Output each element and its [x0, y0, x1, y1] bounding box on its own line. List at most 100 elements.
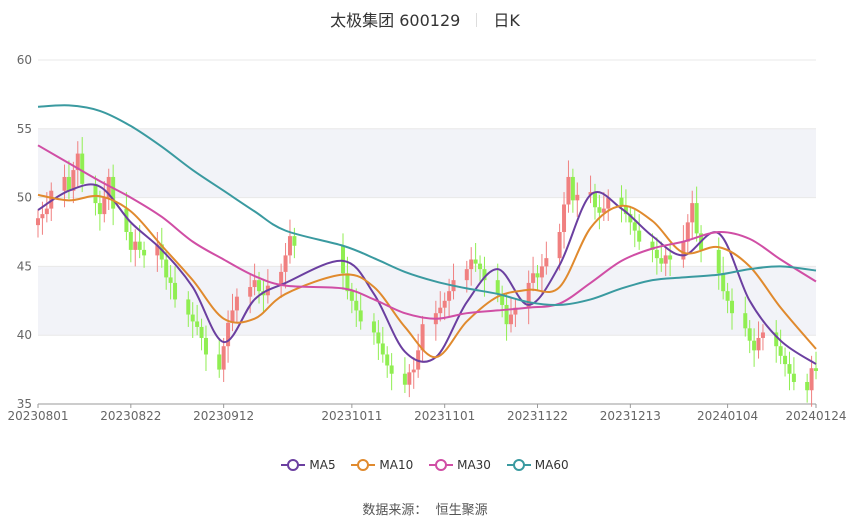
candle-body — [221, 346, 226, 370]
legend-item-ma30[interactable]: MA30 — [429, 458, 491, 472]
candle-body — [544, 258, 549, 267]
candle-body — [809, 368, 814, 391]
candle-body — [349, 291, 354, 301]
candle-body — [380, 343, 385, 355]
candle-body — [557, 232, 562, 259]
y-tick-label: 50 — [17, 191, 32, 205]
candle-body — [668, 255, 673, 260]
candle-body — [186, 299, 191, 315]
candle-body — [805, 381, 810, 391]
candle-body — [411, 369, 416, 373]
y-tick-label: 45 — [17, 259, 32, 273]
legend-item-ma5[interactable]: MA5 — [281, 458, 336, 472]
candle-body — [725, 291, 730, 301]
candle-body — [752, 340, 757, 351]
candle-body — [783, 355, 788, 365]
candle-body — [685, 222, 690, 242]
x-tick-label: 20231122 — [507, 409, 568, 423]
legend-label-ma30: MA30 — [457, 458, 491, 472]
candle-body — [234, 296, 239, 311]
legend-item-ma10[interactable]: MA10 — [351, 458, 413, 472]
candle-body — [814, 368, 818, 371]
candle-body — [637, 230, 642, 242]
candle-body — [93, 183, 98, 204]
candle-body — [743, 313, 748, 329]
x-tick-label: 20240104 — [697, 409, 758, 423]
candle-body — [287, 236, 292, 256]
legend-item-ma60[interactable]: MA60 — [506, 458, 569, 472]
candle-body — [203, 337, 208, 355]
candle-body — [747, 328, 752, 341]
legend-marker-ma60 — [506, 459, 531, 471]
candle-body — [376, 332, 381, 344]
legend-label-ma10: MA10 — [379, 458, 414, 472]
candle-body — [721, 273, 726, 292]
candle-body — [62, 176, 67, 191]
grid-band — [38, 128, 816, 198]
data-source: 数据来源： 恒生聚源 — [0, 499, 850, 518]
candle-body — [389, 365, 394, 374]
legend-label-ma5: MA5 — [309, 458, 336, 472]
candle-body — [654, 249, 659, 259]
candle-body — [385, 354, 390, 366]
candle-body — [690, 203, 695, 223]
candle-body — [539, 266, 544, 278]
candle-body — [597, 207, 602, 213]
x-tick-label: 20231213 — [600, 409, 661, 423]
candle-body — [80, 153, 85, 184]
candle-body — [128, 232, 133, 250]
candle-body — [447, 291, 452, 301]
candle-body — [142, 249, 147, 256]
candle-body — [469, 259, 474, 270]
candle-body — [283, 255, 288, 272]
candle-body — [504, 304, 509, 325]
candle-body — [36, 218, 40, 226]
candle-body — [133, 241, 138, 250]
candle-body — [358, 310, 363, 322]
candle-body — [102, 197, 107, 215]
candle-body — [495, 280, 500, 294]
candle-body — [97, 203, 102, 215]
candle-body — [438, 307, 443, 314]
y-tick-label: 60 — [17, 53, 32, 67]
candle-body — [659, 258, 664, 264]
candle-body — [248, 287, 253, 297]
candle-body — [44, 208, 49, 215]
candle-body — [407, 372, 412, 385]
candle-body — [195, 321, 200, 327]
candle-body — [566, 176, 571, 205]
legend-label-ma60: MA60 — [534, 458, 569, 472]
candle-body — [173, 282, 178, 300]
candle-body — [570, 176, 575, 201]
candle-body — [168, 277, 173, 283]
x-tick-label: 20230912 — [193, 409, 254, 423]
candle-body — [756, 337, 761, 351]
candle-body — [257, 280, 262, 292]
candle-body — [292, 236, 297, 246]
candle-body — [778, 346, 783, 356]
candle-body — [111, 176, 116, 209]
candle-body — [632, 222, 637, 231]
candle-body — [716, 249, 721, 274]
x-tick-label: 20230801 — [7, 409, 68, 423]
candle-body — [252, 280, 257, 288]
candle-body — [592, 192, 597, 208]
y-tick-label: 55 — [17, 122, 32, 136]
candle-body — [478, 263, 483, 270]
legend-marker-ma5 — [281, 459, 306, 471]
candle-body — [787, 364, 792, 374]
candle-body — [66, 176, 71, 191]
candle-body — [442, 300, 447, 308]
candle-body — [663, 255, 668, 264]
candle-body — [730, 300, 735, 314]
x-tick-label: 20240124 — [785, 409, 846, 423]
candle-body — [217, 354, 222, 370]
candle-body — [681, 241, 686, 260]
candle-body — [464, 269, 469, 281]
x-tick-label: 20231011 — [321, 409, 382, 423]
candle-body — [40, 214, 45, 219]
candle-body — [619, 197, 624, 206]
candle-body — [199, 326, 204, 338]
candle-body — [791, 373, 796, 382]
candle-body — [164, 259, 169, 278]
